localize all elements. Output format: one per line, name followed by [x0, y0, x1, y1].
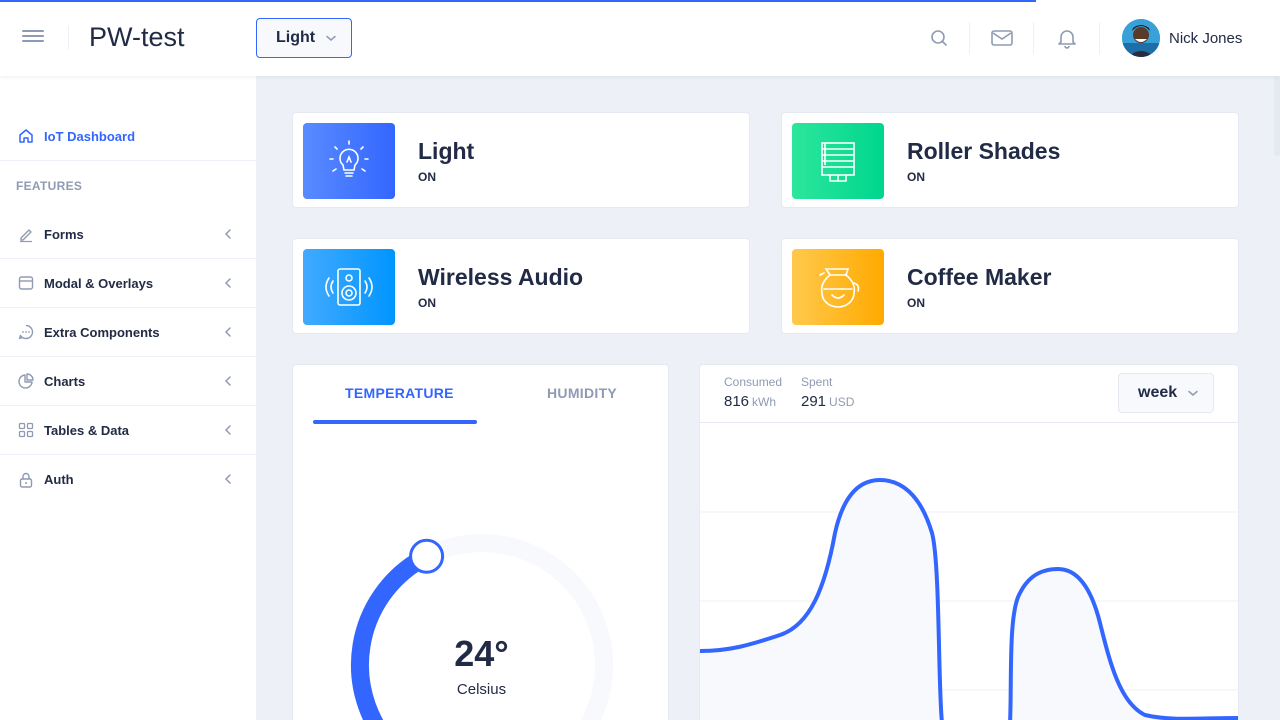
chevron-left-icon: [222, 423, 234, 440]
message-circle-icon: [17, 323, 35, 341]
temperature-card: TEMPERATURE HUMIDITY 24° Celsius: [292, 364, 669, 720]
chevron-left-icon: [222, 325, 234, 342]
status-card-value: ON: [907, 170, 925, 184]
chevron-down-icon: [323, 30, 339, 51]
sidebar-item-label: Modal & Overlays: [44, 275, 154, 291]
avatar: [1122, 19, 1160, 57]
header-divider: [969, 22, 970, 54]
status-card-value: ON: [907, 296, 925, 310]
dial-knob[interactable]: [409, 538, 445, 574]
loading-progress-bar: [0, 0, 1036, 2]
header-divider: [68, 26, 69, 50]
user-name: Nick Jones: [1169, 29, 1243, 47]
roller-shades-icon: [792, 123, 884, 199]
status-card-title: Wireless Audio: [418, 264, 584, 290]
status-card-title: Roller Shades: [907, 138, 1061, 164]
sidebar-item-label: Extra Components: [44, 324, 160, 340]
electricity-chart: [700, 477, 1238, 720]
chevron-left-icon: [222, 276, 234, 293]
status-card-roller-shades[interactable]: Roller Shades ON: [781, 112, 1239, 208]
edit-icon: [17, 225, 35, 243]
status-card-title: Coffee Maker: [907, 264, 1052, 290]
search-icon[interactable]: [925, 24, 953, 52]
status-card-title: Light: [418, 138, 475, 164]
sidebar-item-label: Charts: [44, 373, 86, 389]
audio-speaker-icon: [303, 249, 395, 325]
browser-icon: [17, 274, 35, 292]
theme-select[interactable]: Light: [256, 18, 352, 58]
sidebar-item-charts[interactable]: Charts: [0, 357, 256, 406]
spent-unit: USD: [829, 395, 855, 409]
consumed-number: 816: [724, 393, 750, 410]
period-select-value: week: [1138, 384, 1178, 401]
chart-area: [700, 480, 1238, 720]
sidebar-item-label: Tables & Data: [44, 422, 130, 438]
pie-chart-icon: [17, 372, 35, 390]
sidebar-item-modal-overlays[interactable]: Modal & Overlays: [0, 259, 256, 308]
period-select[interactable]: week: [1118, 373, 1214, 413]
menu-toggle-button[interactable]: [22, 27, 46, 49]
status-card-value: ON: [418, 296, 436, 310]
sidebar: IoT Dashboard FEATURES Forms Modal & Ove…: [0, 76, 256, 720]
electricity-card: Consumed 816 kWh Spent 291 USD week: [699, 364, 1239, 720]
coffee-maker-icon: [792, 249, 884, 325]
status-card-light[interactable]: Light ON: [292, 112, 750, 208]
temperature-unit: Celsius: [456, 681, 507, 698]
header: PW-test Light Nick Jones: [0, 0, 1280, 76]
header-divider: [1033, 22, 1034, 54]
consumed-value: 816 kWh: [724, 393, 776, 410]
sidebar-item-label: Forms: [44, 226, 84, 242]
header-divider: [1099, 22, 1100, 54]
spent-value: 291 USD: [801, 393, 854, 410]
consumed-unit: kWh: [752, 395, 777, 409]
temperature-value: 24°: [454, 633, 509, 674]
sidebar-group-label: FEATURES: [16, 179, 83, 193]
chevron-left-icon: [222, 374, 234, 391]
grid-icon: [17, 421, 35, 439]
spent-label: Spent: [801, 375, 833, 389]
spent-number: 291: [801, 393, 827, 410]
sidebar-item-label: IoT Dashboard: [44, 128, 136, 144]
chevron-down-icon: [1185, 385, 1201, 406]
sidebar-item-auth[interactable]: Auth: [0, 455, 256, 504]
status-card-coffee-maker[interactable]: Coffee Maker ON: [781, 238, 1239, 334]
app-logo[interactable]: PW-test: [89, 22, 185, 53]
chevron-left-icon: [222, 227, 234, 244]
chevron-left-icon: [222, 472, 234, 489]
sidebar-item-iot-dashboard[interactable]: IoT Dashboard: [0, 112, 256, 161]
user-menu[interactable]: Nick Jones: [1122, 19, 1242, 57]
theme-select-value: Light: [276, 29, 316, 46]
sidebar-item-forms[interactable]: Forms: [0, 210, 256, 259]
bell-icon[interactable]: [1053, 24, 1081, 52]
status-card-wireless-audio[interactable]: Wireless Audio ON: [292, 238, 750, 334]
consumed-label: Consumed: [724, 375, 783, 389]
sidebar-item-label: Auth: [44, 472, 74, 487]
sidebar-item-extra-components[interactable]: Extra Components: [0, 308, 256, 357]
home-icon: [17, 127, 35, 145]
scrollbar[interactable]: [1274, 76, 1280, 156]
lightbulb-icon: [303, 123, 395, 199]
lock-icon: [17, 471, 35, 489]
status-card-value: ON: [418, 170, 436, 184]
sidebar-item-tables-data[interactable]: Tables & Data: [0, 406, 256, 455]
email-icon[interactable]: [988, 24, 1016, 52]
